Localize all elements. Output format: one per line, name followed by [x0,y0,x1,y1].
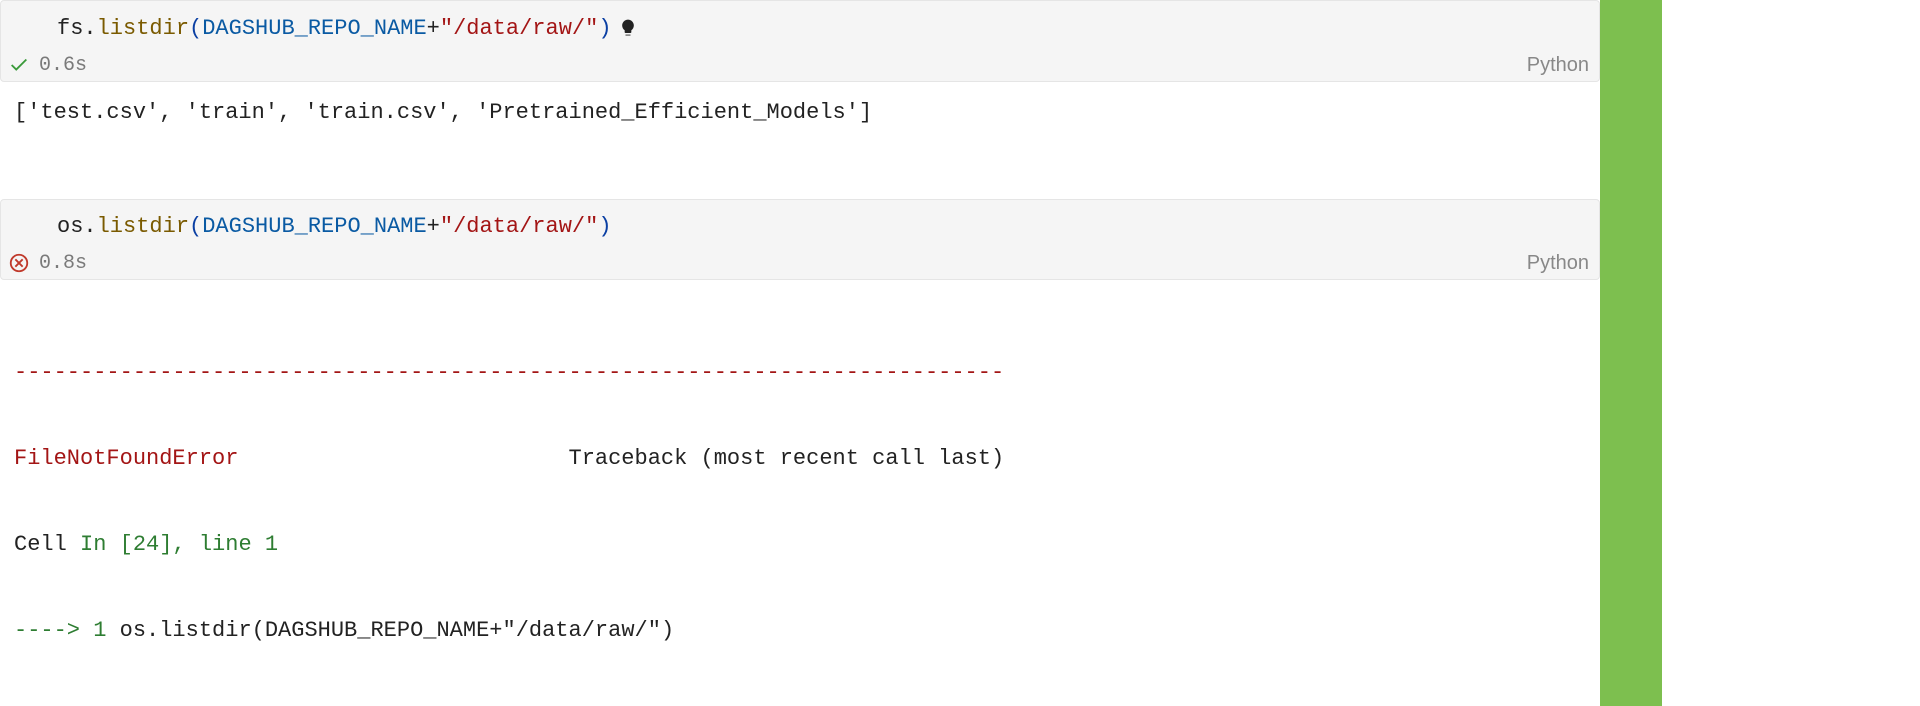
check-icon [7,53,31,77]
traceback-cell-line: Cell In [24], line 1 [14,531,1600,560]
code-string: "/data/raw/" [440,16,598,41]
cell-spacer [0,125,1600,199]
kernel-lang-2[interactable]: Python [1527,252,1589,275]
status-bar-1: 0.6s Python [1,51,1599,81]
code-method: listdir [97,16,189,41]
status-left-1: 0.6s [7,53,87,77]
code-method: listdir [97,214,189,239]
code-line-1[interactable]: fs.listdir(DAGSHUB_REPO_NAME+"/data/raw/… [1,15,1599,51]
code-const: DAGSHUB_REPO_NAME [202,16,426,41]
traceback-in-ref: In [24], line 1 [80,532,278,557]
code-line-2[interactable]: os.listdir(DAGSHUB_REPO_NAME+"/data/raw/… [1,214,1599,249]
cell-input-2[interactable]: os.listdir(DAGSHUB_REPO_NAME+"/data/raw/… [0,199,1600,280]
traceback-lineno: 1 [93,618,106,643]
traceback-code-close: ) [661,618,674,643]
code-object: fs [57,16,83,41]
exec-time-1: 0.6s [39,54,87,77]
code-dot: . [83,214,96,239]
code-object: os [57,214,83,239]
traceback-gap [14,702,1600,706]
code-plus: + [427,16,440,41]
traceback-label: Traceback (most recent call last) [569,446,1005,471]
lightbulb-icon[interactable] [618,15,638,41]
paren-open: ( [189,214,202,239]
notebook-canvas: fs.listdir(DAGSHUB_REPO_NAME+"/data/raw/… [0,0,1600,706]
error-icon [7,251,31,275]
traceback-pad [238,446,568,471]
cell-output-2-traceback: ----------------------------------------… [0,280,1600,706]
code-dot: . [83,16,96,41]
traceback-code-line: ----> 1 os.listdir(DAGSHUB_REPO_NAME+"/d… [14,617,1600,646]
code-const: DAGSHUB_REPO_NAME [202,214,426,239]
traceback-cell-word: Cell [14,532,80,557]
paren-open: ( [189,16,202,41]
traceback-code-str: "/data/raw/" [503,618,661,643]
traceback-error-name: FileNotFoundError [14,446,238,471]
cell-output-1: ['test.csv', 'train', 'train.csv', 'Pret… [0,82,1600,125]
traceback-header: FileNotFoundError Traceback (most recent… [14,445,1600,474]
traceback-dashes: ----------------------------------------… [14,359,1600,388]
status-left-2: 0.8s [7,251,87,275]
kernel-lang-1[interactable]: Python [1527,54,1589,77]
paren-close: ) [598,16,611,41]
exec-time-2: 0.8s [39,252,87,275]
cell-input-1[interactable]: fs.listdir(DAGSHUB_REPO_NAME+"/data/raw/… [0,0,1600,82]
paren-close: ) [598,214,611,239]
code-string: "/data/raw/" [440,214,598,239]
status-bar-2: 0.8s Python [1,249,1599,279]
right-accent-stripe [1600,0,1662,706]
traceback-arrow: ----> [14,618,93,643]
traceback-code-a: os.listdir(DAGSHUB_REPO_NAME+ [106,618,502,643]
code-plus: + [427,214,440,239]
